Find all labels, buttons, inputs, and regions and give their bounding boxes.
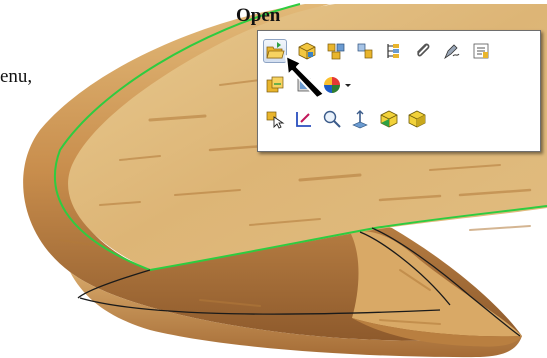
select-icon[interactable] bbox=[263, 107, 287, 131]
hide-show-icon[interactable] bbox=[377, 107, 401, 131]
document-heading-fragment: Open bbox=[236, 5, 281, 26]
pen-tool-icon[interactable] bbox=[440, 39, 464, 63]
paperclip-icon[interactable] bbox=[411, 39, 435, 63]
document-body-fragment: enu, bbox=[0, 66, 33, 87]
zoom-icon[interactable] bbox=[320, 107, 344, 131]
part-tip bbox=[350, 231, 522, 337]
feature-tree-icon[interactable] bbox=[382, 39, 406, 63]
shaded-icon[interactable] bbox=[405, 107, 429, 131]
components-icon[interactable] bbox=[353, 39, 377, 63]
properties-icon[interactable] bbox=[469, 39, 493, 63]
edit-sketch-icon[interactable] bbox=[292, 107, 316, 131]
dropdown-caret-icon[interactable] bbox=[342, 73, 354, 97]
normal-to-icon[interactable] bbox=[348, 107, 372, 131]
mouse-pointer-icon bbox=[285, 55, 325, 99]
